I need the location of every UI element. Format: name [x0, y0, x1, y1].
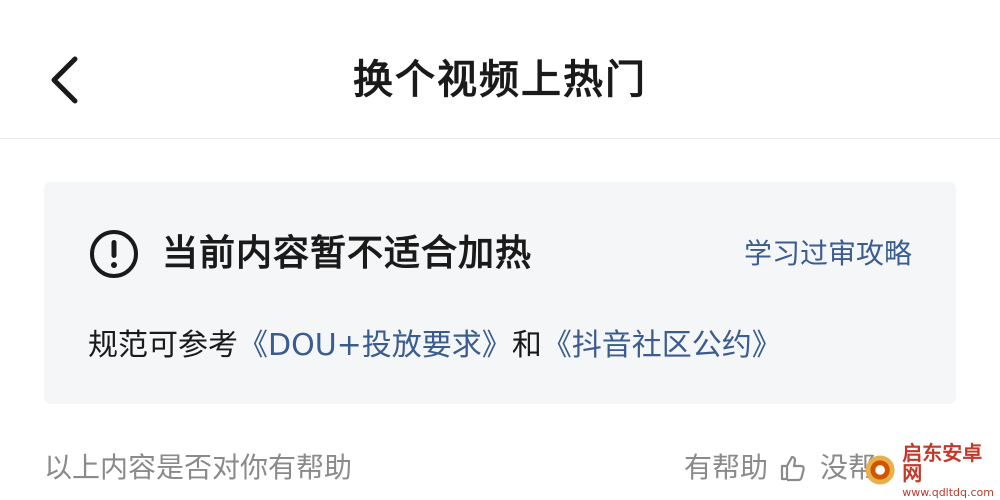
- header-bar: 换个视频上热门: [0, 0, 1000, 139]
- community-rules-link[interactable]: 《抖音社区公约》: [542, 328, 782, 363]
- notice-card: 当前内容暂不适合加热 学习过审攻略 规范可参考《DOU+投放要求》和《抖音社区公…: [44, 182, 956, 404]
- notice-title: 当前内容暂不适合加热: [162, 233, 533, 274]
- watermark-circle-icon: [865, 455, 895, 485]
- watermark-logo: 启东安卓网 www.qdltdq.com: [864, 443, 994, 498]
- feedback-question: 以上内容是否对你有帮助: [44, 451, 353, 484]
- exclamation-circle-icon: [90, 230, 138, 278]
- page: 换个视频上热门 当前内容暂不适合加热 学习过审攻略 规范可参考《DOU+投放要求…: [0, 0, 1000, 500]
- dou-plus-rules-link[interactable]: 《DOU+投放要求》: [238, 328, 512, 363]
- watermark-sub: www.qdltdq.com: [902, 485, 994, 499]
- review-guide-link[interactable]: 学习过审攻略: [744, 230, 912, 278]
- helpful-label: 有帮助: [683, 451, 768, 484]
- watermark-main: 启东安卓网: [902, 440, 983, 485]
- desc-middle: 和: [511, 328, 542, 363]
- thumbs-up-icon: [780, 455, 805, 482]
- feedback-row: 以上内容是否对你有帮助 有帮助 没帮: [44, 448, 956, 500]
- notice-description: 规范可参考《DOU+投放要求》和《抖音社区公约》: [88, 322, 782, 370]
- desc-prefix: 规范可参考: [88, 328, 238, 363]
- helpful-button[interactable]: 有帮助: [684, 448, 806, 488]
- page-title: 换个视频上热门: [353, 57, 647, 103]
- watermark-text: 启东安卓网 www.qdltdq.com: [902, 443, 994, 498]
